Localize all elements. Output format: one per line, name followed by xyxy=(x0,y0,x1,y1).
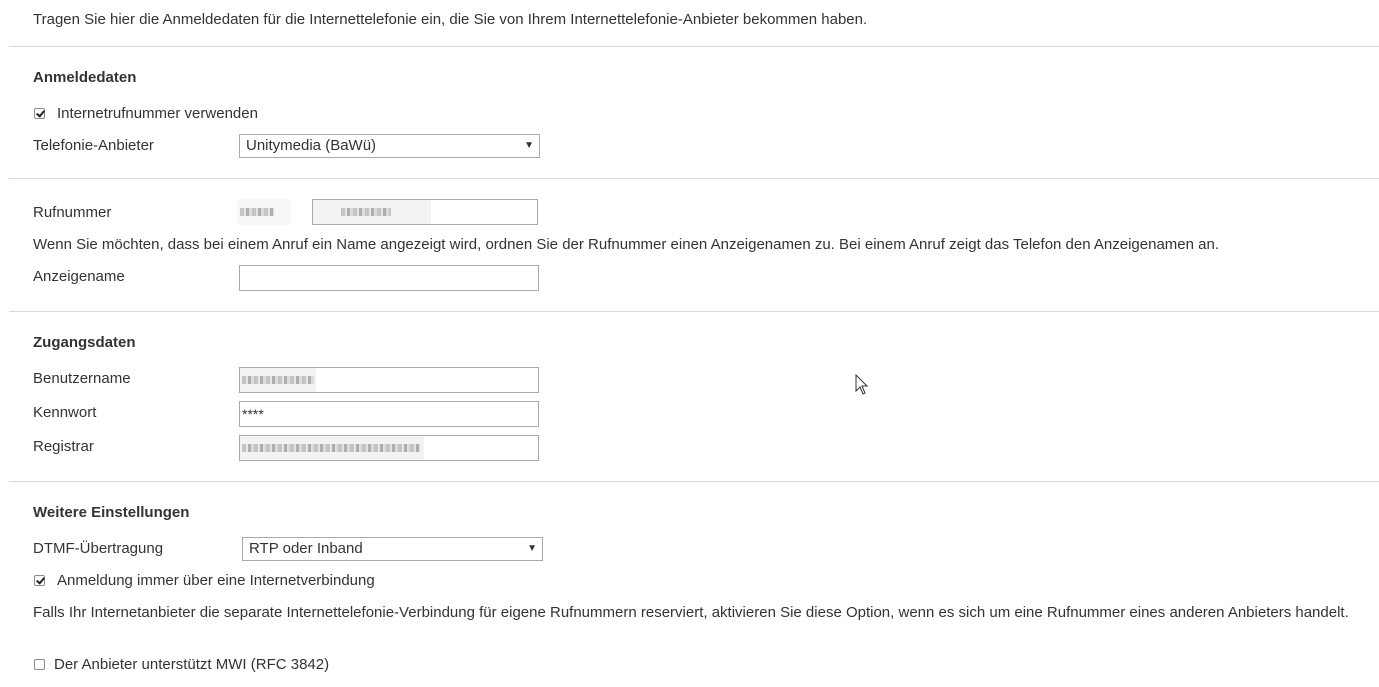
mouse-pointer-icon xyxy=(855,374,869,395)
username-label: Benutzername xyxy=(33,370,131,387)
intro-text: Tragen Sie hier die Anmeldedaten für die… xyxy=(33,11,868,28)
registrar-label: Registrar xyxy=(33,438,94,455)
password-label: Kennwort xyxy=(33,404,97,421)
provider-label: Telefonie-Anbieter xyxy=(33,137,154,154)
phone-number-label: Rufnummer xyxy=(33,204,112,221)
chevron-down-icon: ▼ xyxy=(527,543,537,554)
password-input[interactable]: **** xyxy=(239,401,539,427)
display-name-input[interactable] xyxy=(239,265,539,291)
phone-number-field[interactable] xyxy=(312,199,538,225)
provider-select[interactable]: Unitymedia (BaWü) ▼ xyxy=(239,134,540,158)
always-internet-checkbox[interactable] xyxy=(34,575,45,586)
section-heading-zugangsdaten: Zugangsdaten xyxy=(33,334,136,351)
section-heading-weitere: Weitere Einstellungen xyxy=(33,504,190,521)
always-internet-hint: Falls Ihr Internetanbieter die separate … xyxy=(33,604,1349,621)
registrar-input[interactable] xyxy=(239,435,539,461)
display-name-label: Anzeigename xyxy=(33,268,125,285)
provider-select-value: Unitymedia (BaWü) xyxy=(246,137,377,154)
dtmf-select-value: RTP oder Inband xyxy=(249,540,363,557)
use-internet-number-label[interactable]: Internetrufnummer verwenden xyxy=(57,105,258,123)
use-internet-number-checkbox[interactable] xyxy=(34,108,45,119)
redacted-username xyxy=(242,376,314,384)
password-value: **** xyxy=(242,406,264,422)
chevron-down-icon: ▼ xyxy=(524,140,534,151)
dtmf-label: DTMF-Übertragung xyxy=(33,540,164,557)
display-name-hint: Wenn Sie möchten, dass bei einem Anruf e… xyxy=(33,236,1220,253)
area-code-field[interactable] xyxy=(237,199,291,225)
redacted-phone-number xyxy=(341,208,391,216)
divider xyxy=(9,178,1379,179)
divider xyxy=(9,311,1379,312)
mwi-label[interactable]: Der Anbieter unterstützt MWI (RFC 3842) xyxy=(54,656,329,674)
always-internet-label[interactable]: Anmeldung immer über eine Internetverbin… xyxy=(57,572,375,590)
divider xyxy=(9,481,1379,482)
divider xyxy=(9,46,1379,47)
section-heading-anmeldedaten: Anmeldedaten xyxy=(33,69,137,86)
mwi-checkbox[interactable] xyxy=(34,659,45,670)
username-input[interactable] xyxy=(239,367,539,393)
redacted-area-code xyxy=(240,208,274,216)
dtmf-select[interactable]: RTP oder Inband ▼ xyxy=(242,537,543,561)
redacted-registrar xyxy=(242,444,420,452)
